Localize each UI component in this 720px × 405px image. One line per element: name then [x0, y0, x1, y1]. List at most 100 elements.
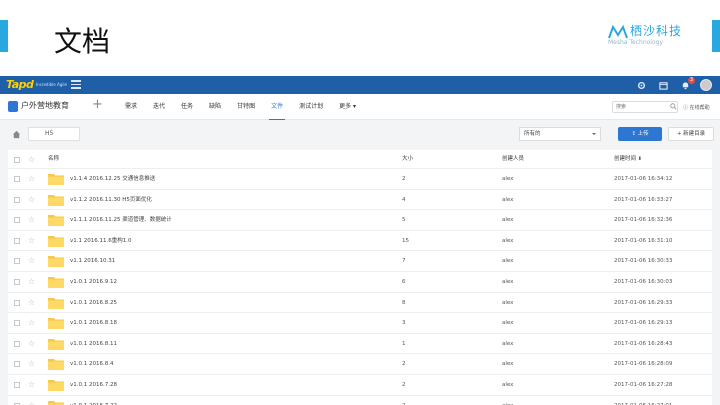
bell-icon[interactable]: 3 — [678, 77, 695, 92]
table-row[interactable]: ☆ v1.0.1 2016.8.11 1 alex 2017-01-06 16:28:4… — [8, 334, 712, 355]
folder-icon — [48, 215, 64, 227]
table-row[interactable]: ☆ v1.0.1 2016.8.4 2 alex 2017-01-06 16:28:09 — [8, 354, 712, 375]
file-time: 2017-01-06 16:28:43 — [614, 340, 673, 347]
table-row[interactable]: ☆ v1.0.1 2016.8.25 8 alex 2017-01-06 16:29:3… — [8, 293, 712, 314]
row-checkbox[interactable] — [14, 381, 20, 388]
file-table: ☆ 名称 大小 创建人员 创建时间 ⬇ ☆ v1.1.4 2016.12.25 交… — [8, 150, 712, 405]
header-size[interactable]: 大小 — [402, 150, 413, 169]
file-name[interactable]: v1.1.4 2016.12.25 交通信息推送 — [70, 169, 155, 189]
slide-title: 文档 — [54, 25, 111, 58]
table-row[interactable]: ☆ v1.0.1 2016.9.12 6 alex 2017-01-06 16:30:0… — [8, 272, 712, 293]
star-icon[interactable]: ☆ — [28, 272, 35, 291]
project-name[interactable]: 户外营地教育 — [21, 100, 69, 111]
help-icon: ⓘ — [683, 105, 689, 111]
table-row[interactable]: ☆ v1.0.1 2016.8.18 3 alex 2017-01-06 16:29:1… — [8, 313, 712, 334]
table-row[interactable]: ☆ v1.0.1 2016.7.22 2 alex 2017-01-06 16:27:0… — [8, 396, 712, 405]
file-time: 2017-01-06 16:30:03 — [614, 278, 673, 285]
file-time: 2017-01-06 16:28:09 — [614, 361, 673, 368]
file-name[interactable]: v1.1 2016.11.6重构1.0 — [70, 231, 132, 251]
file-time: 2017-01-06 16:29:13 — [614, 320, 673, 327]
folder-icon — [48, 297, 64, 309]
file-creator: alex — [502, 320, 514, 327]
star-icon[interactable]: ☆ — [28, 169, 35, 188]
hamburger-menu-icon[interactable] — [71, 80, 81, 89]
star-icon[interactable]: ☆ — [28, 375, 35, 394]
filter-select[interactable]: 所有的 — [519, 127, 601, 141]
tab-bugs[interactable]: 缺陷 — [201, 94, 229, 120]
table-row[interactable]: ☆ v1.1.4 2016.12.25 交通信息推送 2 alex 2017-01-06… — [8, 169, 712, 190]
file-size: 2 — [402, 176, 406, 182]
table-row[interactable]: ☆ v1.0.1 2016.7.28 2 alex 2017-01-06 16:27:2… — [8, 375, 712, 396]
table-row[interactable]: ☆ v1.1 2016.11.6重构1.0 15 alex 2017-01-06 16:… — [8, 231, 712, 252]
row-checkbox[interactable] — [14, 299, 20, 306]
tab-more[interactable]: 更多 ▾ — [331, 94, 364, 120]
app-logo[interactable]: Tapd — [6, 78, 34, 92]
calendar-icon[interactable] — [656, 78, 670, 92]
star-icon: ☆ — [28, 155, 36, 164]
file-name[interactable]: v1.0.1 2016.9.12 — [70, 272, 117, 292]
file-size: 5 — [402, 217, 406, 224]
file-name[interactable]: v1.0.1 2016.7.22 — [70, 396, 117, 405]
row-checkbox[interactable] — [14, 237, 20, 244]
tab-tasks[interactable]: 任务 — [173, 94, 201, 120]
row-checkbox[interactable] — [14, 361, 20, 368]
star-icon[interactable]: ☆ — [28, 396, 35, 405]
file-name[interactable]: v1.1 2016.10.31 — [70, 251, 115, 271]
upload-button[interactable]: ⇪ 上传 — [618, 127, 662, 141]
tab-test-plan[interactable]: 测试计划 — [291, 94, 331, 120]
file-name[interactable]: v1.1.1 2016.11.25 渠道管理、数据统计 — [70, 210, 172, 230]
row-checkbox[interactable] — [14, 320, 20, 327]
table-row[interactable]: ☆ v1.1.1 2016.11.25 渠道管理、数据统计 5 alex 2017-01… — [8, 210, 712, 231]
help-link-label: 在线帮助 — [689, 105, 710, 111]
file-name[interactable]: v1.0.1 2016.8.4 — [70, 354, 114, 374]
search-icon[interactable] — [670, 103, 677, 110]
row-checkbox[interactable] — [14, 217, 20, 224]
app-logo-tagline: Incredible Agile — [36, 82, 67, 87]
help-link[interactable]: ⓘ 在线帮助 — [683, 104, 710, 111]
tab-files[interactable]: 文件 — [263, 94, 291, 120]
star-icon[interactable]: ☆ — [28, 354, 35, 373]
search-input[interactable] — [612, 101, 678, 113]
tab-stories[interactable]: 需求 — [117, 94, 145, 120]
brand-logo-icon — [608, 24, 628, 39]
file-name[interactable]: v1.0.1 2016.8.25 — [70, 293, 117, 313]
new-folder-button[interactable]: + 新建目录 — [668, 127, 714, 141]
slide-header: 文档 栖沙科技 Mesha Technology — [0, 0, 720, 76]
file-name[interactable]: v1.0.1 2016.8.11 — [70, 334, 117, 354]
star-icon[interactable]: ☆ — [28, 210, 35, 229]
row-checkbox[interactable] — [14, 340, 20, 347]
row-checkbox[interactable] — [14, 258, 20, 265]
table-row[interactable]: ☆ v1.1 2016.10.31 7 alex 2017-01-06 16:30:33 — [8, 251, 712, 272]
select-all-checkbox[interactable] — [14, 156, 20, 163]
star-icon[interactable]: ☆ — [28, 231, 35, 250]
file-size: 7 — [402, 258, 406, 265]
star-icon[interactable]: ☆ — [28, 251, 35, 270]
star-icon[interactable]: ☆ — [28, 293, 35, 312]
file-time: 2017-01-06 16:32:36 — [614, 217, 673, 224]
file-creator: alex — [502, 278, 514, 285]
breadcrumb[interactable]: H5 — [28, 127, 80, 141]
row-checkbox[interactable] — [14, 176, 20, 182]
file-name[interactable]: v1.1.2 2016.11.30 H5页面优化 — [70, 190, 152, 210]
star-icon[interactable]: ☆ — [28, 313, 35, 332]
header-creator[interactable]: 创建人员 — [502, 150, 524, 169]
notification-badge: 3 — [687, 77, 695, 84]
row-checkbox[interactable] — [14, 196, 20, 203]
add-button[interactable]: + — [92, 97, 103, 112]
row-checkbox[interactable] — [14, 278, 20, 285]
folder-icon — [48, 174, 64, 185]
file-creator: alex — [502, 361, 514, 368]
file-name[interactable]: v1.0.1 2016.8.18 — [70, 313, 117, 333]
star-icon[interactable]: ☆ — [28, 334, 35, 353]
tab-iterations[interactable]: 迭代 — [145, 94, 173, 120]
header-time[interactable]: 创建时间 ⬇ — [614, 150, 642, 169]
settings-icon[interactable] — [634, 78, 648, 92]
header-name[interactable]: 名称 — [48, 150, 59, 169]
star-icon[interactable]: ☆ — [28, 190, 35, 209]
home-icon[interactable] — [12, 130, 21, 139]
file-toolbar: H5 所有的 ⇪ 上传 + 新建目录 — [0, 120, 720, 150]
table-row[interactable]: ☆ v1.1.2 2016.11.30 H5页面优化 4 alex 2017-01-06… — [8, 190, 712, 211]
tab-gantt[interactable]: 甘特图 — [229, 94, 263, 120]
avatar[interactable] — [700, 79, 712, 91]
file-name[interactable]: v1.0.1 2016.7.28 — [70, 375, 117, 395]
